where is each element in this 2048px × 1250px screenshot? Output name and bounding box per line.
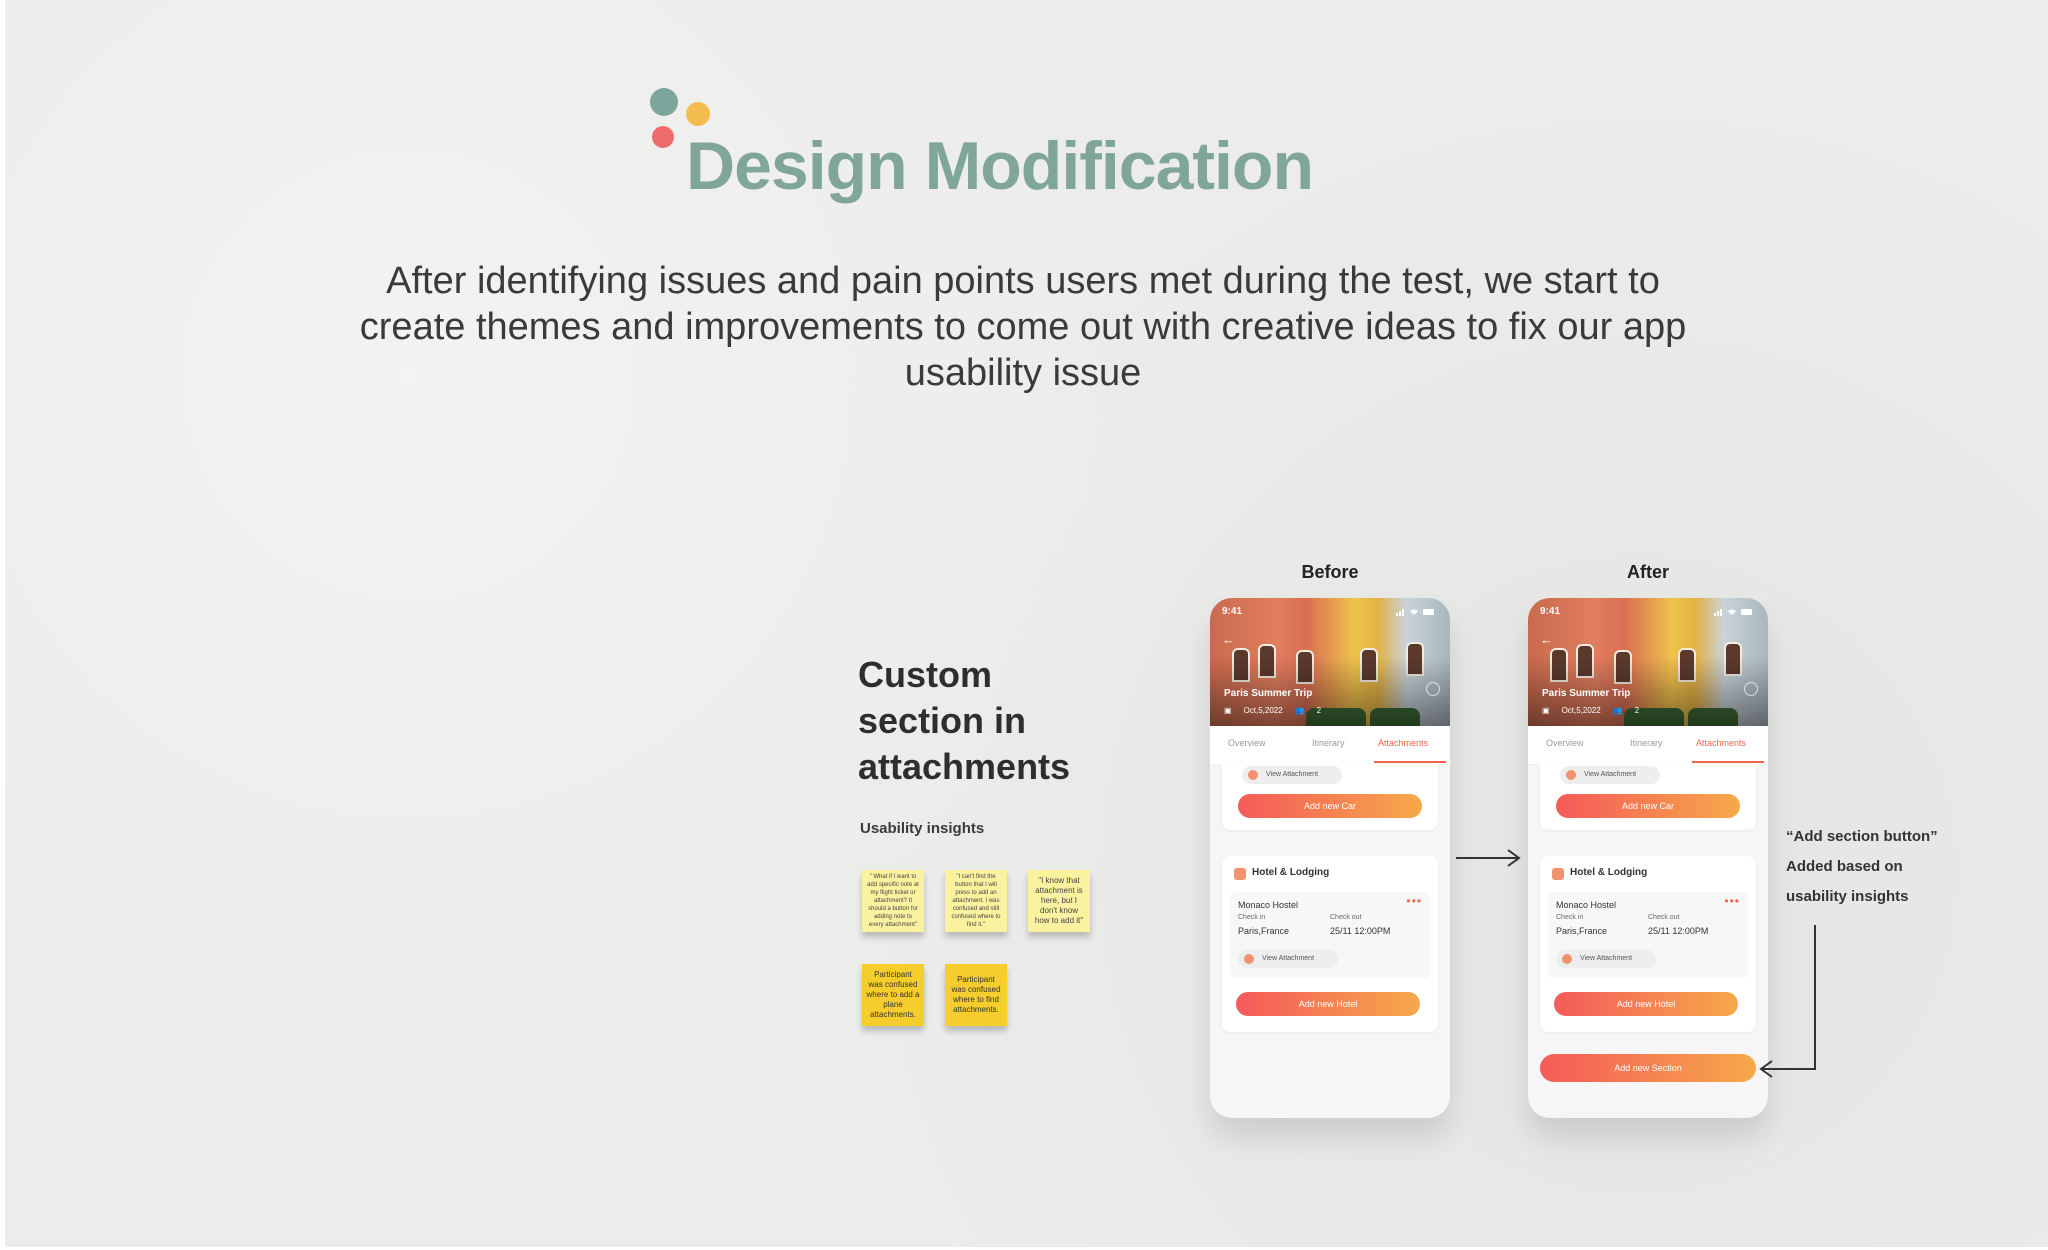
annotation-line-2: Added based on: [1786, 858, 1903, 875]
annotation-line-3: usability insights: [1786, 888, 1909, 905]
arrows-overlay: [1456, 849, 1816, 1078]
annotation-line-1: “Add section button”: [1786, 828, 1938, 845]
before-to-after-arrow-icon: [1456, 849, 1521, 867]
annotation-note: “Add section button” Added based on usab…: [1786, 822, 1986, 912]
annotation-arrow-icon: [1759, 925, 1816, 1078]
